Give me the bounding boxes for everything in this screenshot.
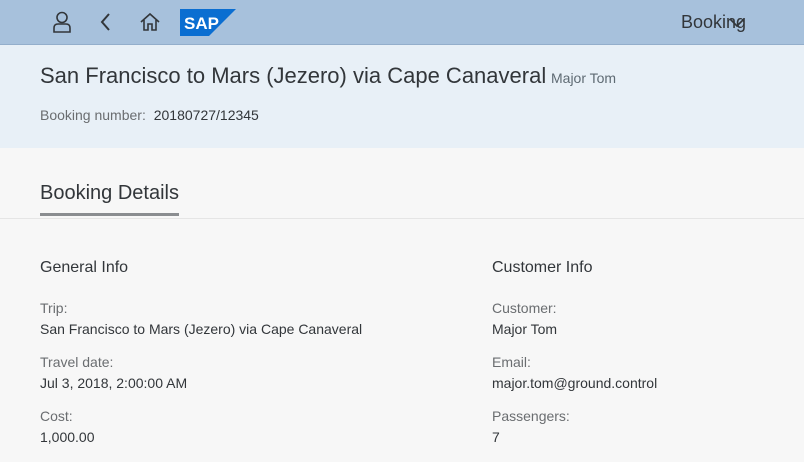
home-icon[interactable] [138,10,162,34]
email-label: Email: [492,354,531,370]
object-header: San Francisco to Mars (Jezero) via Cape … [0,45,804,148]
booking-number-label: Booking number: [40,107,146,123]
section-navigation: Booking Details [0,148,804,219]
passengers-label: Passengers: [492,408,570,424]
page-subtitle: Major Tom [551,70,617,86]
booking-number-attribute: Booking number: 20180727/12345 [40,107,259,123]
sap-logo[interactable]: SAP [180,9,236,36]
general-info-title: General Info [40,259,129,276]
shell-bar: SAP Booking [0,0,804,45]
passengers-value: 7 [492,429,500,445]
customer-info-title: Customer Info [492,259,593,276]
cost-label: Cost: [40,408,73,424]
page-title: San Francisco to Mars (Jezero) via Cape … [40,63,547,88]
tab-booking-details[interactable]: Booking Details [40,182,179,216]
cost-value: 1,000.00 [40,429,95,445]
sap-logo-text: SAP [184,14,219,33]
trip-value: San Francisco to Mars (Jezero) via Cape … [40,321,363,337]
customer-value: Major Tom [492,321,558,337]
booking-number-value: 20180727/12345 [153,107,259,123]
travel-date-label: Travel date: [40,354,114,370]
email-value: major.tom@ground.control [492,375,658,391]
trip-label: Trip: [40,300,68,316]
chevron-down-icon[interactable] [728,16,746,34]
back-icon[interactable] [94,10,118,34]
travel-date-value: Jul 3, 2018, 2:00:00 AM [40,375,188,391]
customer-label: Customer: [492,300,557,316]
user-icon[interactable] [50,10,74,34]
